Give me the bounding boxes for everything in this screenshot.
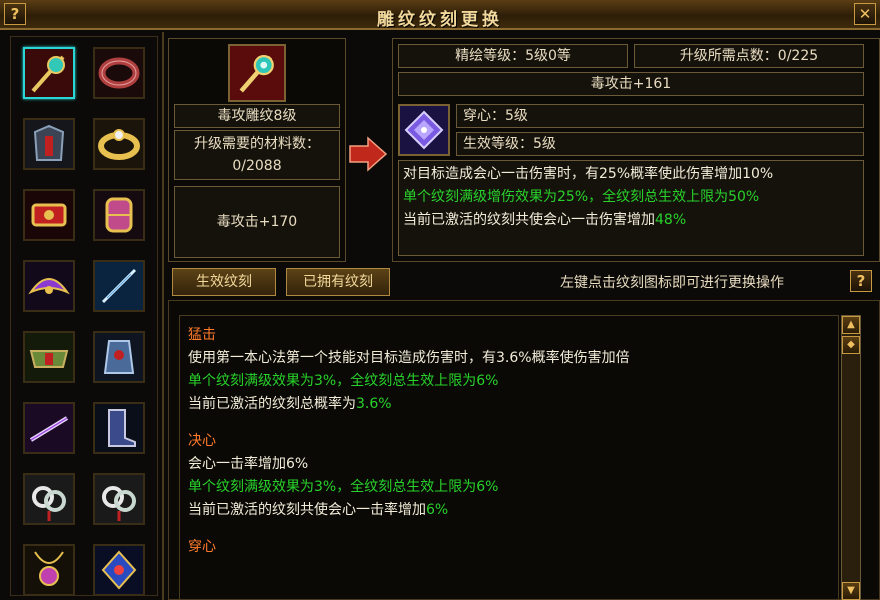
equip-slot[interactable] [93, 118, 145, 170]
title-bar: ? 雕纹纹刻更换 ✕ [0, 0, 880, 30]
equip-slot[interactable] [23, 473, 75, 525]
upgrade-description: 对目标造成会心一击伤害时，有25%概率使此伤害增加10% 单个纹刻满级增伤效果为… [398, 160, 864, 256]
entry-title: 猛击 [188, 327, 216, 343]
jade-charm-icon [95, 475, 143, 523]
equip-slot[interactable] [93, 260, 145, 312]
points-needed: 升级所需点数：0/225 [634, 44, 864, 68]
equipment-list [0, 32, 164, 600]
entry-limit-line: 单个纹刻满级效果为3%，全纹刻总生效上限为6% [188, 373, 499, 389]
window-title: 雕纹纹刻更换 [377, 10, 503, 30]
material-value: 0/2088 [232, 158, 282, 174]
engrave-list: 猛击使用第一本心法第一个技能对目标造成伤害时，有3.6%概率使伤害加倍 单个纹刻满… [179, 315, 839, 600]
equip-slot[interactable] [23, 47, 75, 99]
jade-staff-icon [25, 49, 73, 97]
equip-slot[interactable] [93, 47, 145, 99]
equip-slot[interactable] [93, 402, 145, 454]
material-label: 升级需要的材料数： [194, 136, 320, 152]
refine-level: 精绘等级：5级0等 [398, 44, 628, 68]
desc-line-3: 当前已激活的纹刻共使会心一击伤害增加48% [403, 209, 859, 232]
desc-line-3-text: 当前已激活的纹刻共使会心一击伤害增加 [403, 212, 655, 228]
entry-desc: 会心一击率增加6% [188, 456, 309, 472]
engrave-entry: 猛击使用第一本心法第一个技能对目标造成伤害时，有3.6%概率使伤害加倍 单个纹刻满… [188, 324, 838, 416]
current-stat: 毒攻击+170 [174, 186, 340, 258]
engrave-rune-icon[interactable] [398, 104, 450, 156]
desc-line-3-value: 48% [655, 212, 687, 228]
amethyst-necklace-icon [25, 546, 73, 594]
engrave-entry: 决心会心一击率增加6% 单个纹刻满级效果为3%，全纹刻总生效上限为6% 当前已激活的… [188, 430, 838, 522]
hint-help-icon[interactable]: ? [850, 270, 872, 292]
list-scrollbar[interactable]: ▲ ◆ ▼ [841, 315, 861, 600]
equip-slot[interactable] [93, 544, 145, 596]
entry-title: 决心 [188, 433, 216, 449]
equip-slot[interactable] [93, 473, 145, 525]
equip-slot[interactable] [23, 331, 75, 383]
purple-rune-icon [400, 106, 448, 154]
gold-bracer-icon [95, 191, 143, 239]
equipment-grid [10, 36, 158, 596]
entry-limit-line: 单个纹刻满级效果为3%，全纹刻总生效上限为6% [188, 479, 499, 495]
current-staff-icon[interactable] [228, 44, 286, 102]
entry-current-line: 当前已激活的纹刻总概率为3.6% [188, 393, 838, 416]
equip-slot[interactable] [23, 544, 75, 596]
engrave-name: 穿心：5级 [456, 104, 864, 128]
gold-ring-icon [95, 120, 143, 168]
blue-blade-icon [95, 262, 143, 310]
jade-charm-icon [25, 475, 73, 523]
purple-crest-icon [25, 262, 73, 310]
entry-current-value: 3.6% [356, 396, 392, 412]
equip-slot[interactable] [23, 189, 75, 241]
blue-boots-icon [95, 404, 143, 452]
tab-active-engraves[interactable]: 生效纹刻 [172, 268, 276, 296]
equip-slot[interactable] [23, 260, 75, 312]
blue-gauntlet-icon [95, 333, 143, 381]
blue-amulet-icon [95, 546, 143, 594]
scroll-down-button[interactable]: ▼ [842, 582, 860, 600]
equip-slot[interactable] [93, 189, 145, 241]
red-belt-icon [25, 191, 73, 239]
effective-level: 生效等级：5级 [456, 132, 864, 156]
close-button[interactable]: ✕ [854, 3, 876, 25]
tab-owned-engraves[interactable]: 已拥有纹刻 [286, 268, 390, 296]
desc-line-1: 对目标造成会心一击伤害时，有25%概率使此伤害增加10% [403, 166, 774, 182]
scroll-up-button[interactable]: ▲ [842, 316, 860, 334]
entry-current-text: 当前已激活的纹刻总概率为 [188, 396, 356, 412]
entry-desc: 使用第一本心法第一个技能对目标造成伤害时，有3.6%概率使伤害加倍 [188, 350, 630, 366]
dark-armor-icon [25, 120, 73, 168]
entry-current-value: 6% [426, 502, 449, 518]
green-waist-icon [25, 333, 73, 381]
material-box: 升级需要的材料数： 0/2088 [174, 130, 340, 180]
equip-slot[interactable] [23, 118, 75, 170]
current-engrave-name: 毒攻雕纹8级 [174, 104, 340, 128]
engrave-entry: 穿心 [188, 536, 838, 559]
desc-line-2: 单个纹刻满级增伤效果为25%，全纹刻总生效上限为50% [403, 189, 760, 205]
upgrade-stat: 毒攻击+161 [398, 72, 864, 96]
entry-title: 穿心 [188, 539, 216, 555]
entry-current-text: 当前已激活的纹刻共使会心一击率增加 [188, 502, 426, 518]
equip-slot[interactable] [93, 331, 145, 383]
red-bracelet-icon [95, 49, 143, 97]
hint-text: 左键点击纹刻图标即可进行更换操作 [560, 275, 784, 291]
scroll-thumb[interactable]: ◆ [842, 336, 860, 354]
equip-slot[interactable] [23, 402, 75, 454]
upgrade-arrow-icon [348, 136, 388, 172]
violet-sword-icon [25, 404, 73, 452]
engrave-list-panel: 猛击使用第一本心法第一个技能对目标造成伤害时，有3.6%概率使伤害加倍 单个纹刻满… [168, 300, 880, 600]
jade-staff-icon [230, 46, 284, 100]
entry-current-line: 当前已激活的纹刻共使会心一击率增加6% [188, 499, 838, 522]
